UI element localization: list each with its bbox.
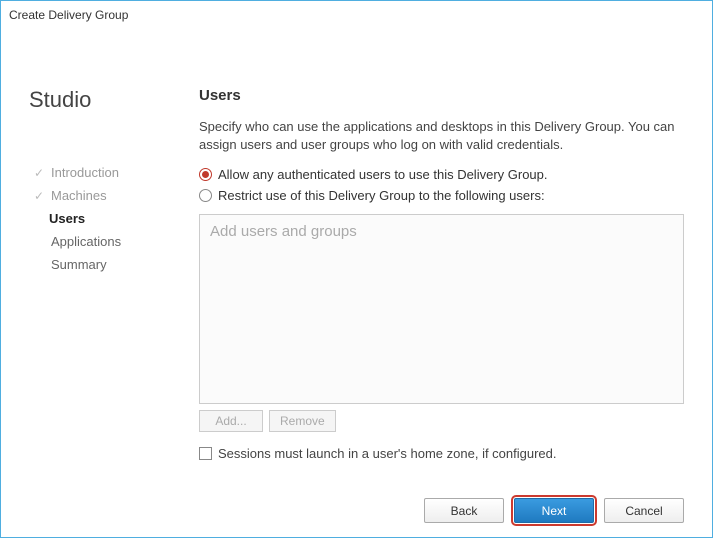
checkbox-icon [199,447,212,460]
main-panel: Users Specify who can use the applicatio… [199,49,684,537]
back-button[interactable]: Back [424,498,504,523]
cancel-button[interactable]: Cancel [604,498,684,523]
check-icon: ✓ [33,190,45,202]
radio-icon [199,168,212,181]
radio-label: Restrict use of this Delivery Group to t… [218,188,545,203]
step-label: Summary [51,257,107,272]
footer-buttons: Back Next Cancel [424,498,684,523]
home-zone-checkbox-row[interactable]: Sessions must launch in a user's home zo… [199,446,684,461]
add-button: Add... [199,410,263,432]
wizard-window: Create Delivery Group Studio ✓ Introduct… [0,0,713,538]
remove-button: Remove [269,410,336,432]
step-label: Introduction [51,165,119,180]
step-label: Machines [51,188,107,203]
listbox-buttons: Add... Remove [199,410,684,432]
checkbox-label: Sessions must launch in a user's home zo… [218,446,557,461]
sidebar: Studio ✓ Introduction ✓ Machines Users A… [29,49,199,537]
step-introduction[interactable]: ✓ Introduction [29,161,183,184]
step-list: ✓ Introduction ✓ Machines Users Applicat… [29,161,183,276]
step-machines[interactable]: ✓ Machines [29,184,183,207]
step-label: Users [49,211,85,226]
radio-label: Allow any authenticated users to use thi… [218,167,548,182]
radio-allow-any[interactable]: Allow any authenticated users to use thi… [199,164,684,185]
window-title: Create Delivery Group [9,8,128,22]
step-users[interactable]: Users [29,207,183,230]
titlebar: Create Delivery Group [1,1,712,29]
content-area: Studio ✓ Introduction ✓ Machines Users A… [1,29,712,537]
users-listbox: Add users and groups [199,214,684,404]
radio-restrict[interactable]: Restrict use of this Delivery Group to t… [199,185,684,206]
step-summary[interactable]: Summary [29,253,183,276]
radio-icon [199,189,212,202]
page-title: Users [199,87,684,104]
check-icon: ✓ [33,167,45,179]
listbox-placeholder: Add users and groups [210,223,357,240]
page-description: Specify who can use the applications and… [199,118,684,154]
step-label: Applications [51,234,121,249]
brand-title: Studio [29,87,183,113]
next-button[interactable]: Next [514,498,594,523]
step-applications[interactable]: Applications [29,230,183,253]
